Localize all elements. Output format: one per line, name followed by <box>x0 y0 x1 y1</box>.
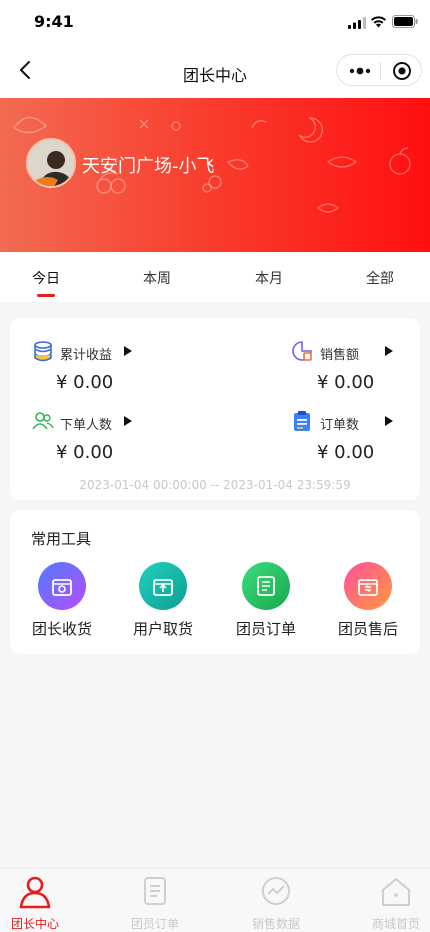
miniapp-capsule <box>336 54 422 86</box>
tabbar-label: 销售数据 <box>251 917 300 931</box>
arrow-right-icon <box>385 416 393 426</box>
coins-stack-icon <box>34 341 52 362</box>
tool-label: 用户取货 <box>132 620 193 638</box>
status-time: 9:41 <box>34 12 74 31</box>
tab-label: 今日 <box>32 271 60 287</box>
bottom-tab-bar: 团长中心 团员订单 销售数据 商城首页 <box>0 868 430 932</box>
tab-label: 本月 <box>255 271 283 287</box>
tab-all[interactable]: 全部 <box>350 268 410 288</box>
aftersale-icon <box>344 562 392 610</box>
arrow-right-icon <box>124 416 132 426</box>
tabbar-label: 团员订单 <box>130 917 179 931</box>
stat-value: ¥ 0.00 <box>56 442 114 463</box>
clipboard-icon <box>294 411 310 431</box>
pickup-box-icon <box>139 562 187 610</box>
stat-label: 累计收益 <box>60 348 113 363</box>
stat-value: ¥ 0.00 <box>56 372 114 393</box>
arrow-right-icon <box>385 346 393 356</box>
receive-box-icon <box>38 562 86 610</box>
stat-value: ¥ 0.00 <box>317 372 375 393</box>
tab-today[interactable]: 今日 <box>16 268 76 297</box>
stat-label: 下单人数 <box>60 418 113 433</box>
tool-label: 团长收货 <box>31 620 92 638</box>
tool-leader-receive[interactable]: 团长收货 <box>22 562 102 639</box>
wifi-icon <box>371 16 386 28</box>
user-name: 天安门广场-小飞 <box>82 156 215 177</box>
tabbar-item-home[interactable]: 商城首页 <box>356 875 430 932</box>
home-icon <box>382 878 410 906</box>
order-list-icon <box>144 877 166 905</box>
tool-member-aftersale[interactable]: 团员售后 <box>328 562 408 639</box>
tabbar-item-sales[interactable]: 销售数据 <box>236 875 316 932</box>
date-range: 2023-01-04 00:00:00 -- 2023-01-04 23:59:… <box>79 478 351 492</box>
tab-label: 本周 <box>143 271 171 287</box>
tool-label: 团员订单 <box>235 620 296 638</box>
arrow-right-icon <box>124 346 132 356</box>
more-options-icon[interactable] <box>347 64 373 78</box>
status-bar: 9:41 <box>0 0 430 44</box>
stat-label: 销售额 <box>320 348 360 363</box>
signal-icon <box>348 17 366 29</box>
stat-value: ¥ 0.00 <box>317 442 375 463</box>
tools-heading: 常用工具 <box>31 530 92 548</box>
sales-icon <box>292 341 312 361</box>
close-miniapp-icon[interactable] <box>392 61 412 81</box>
battery-icon <box>392 15 418 28</box>
tabbar-label: 商城首页 <box>371 917 420 931</box>
leader-icon <box>19 876 51 909</box>
capsule-divider <box>380 62 381 80</box>
tabbar-item-orders[interactable]: 团员订单 <box>115 875 195 932</box>
nav-bar: 团长中心 <box>0 44 430 98</box>
users-icon <box>32 412 54 430</box>
tools-card: 常用工具 团长收货 用户取货 团员订单 团员售后 <box>10 510 420 654</box>
order-doc-icon <box>242 562 290 610</box>
tab-week[interactable]: 本周 <box>127 268 187 288</box>
chart-icon <box>262 877 290 905</box>
stats-card: 累计收益 ¥ 0.00 销售额 ¥ 0.00 下单人数 ¥ 0.00 订单数 ¥… <box>10 318 420 500</box>
tool-label: 团员售后 <box>337 620 398 638</box>
tool-member-orders[interactable]: 团员订单 <box>226 562 306 639</box>
tabbar-label: 团长中心 <box>10 917 59 931</box>
active-tab-indicator <box>37 294 55 297</box>
stat-label: 订单数 <box>320 418 360 433</box>
tool-user-pickup[interactable]: 用户取货 <box>123 562 203 639</box>
tabbar-item-leader[interactable]: 团长中心 <box>0 875 75 932</box>
tab-label: 全部 <box>366 271 394 287</box>
tab-month[interactable]: 本月 <box>239 268 299 288</box>
period-tabs: 今日 本周 本月 全部 <box>0 252 430 302</box>
user-avatar[interactable] <box>26 138 76 188</box>
profile-banner: 天安门广场-小飞 <box>0 98 430 252</box>
